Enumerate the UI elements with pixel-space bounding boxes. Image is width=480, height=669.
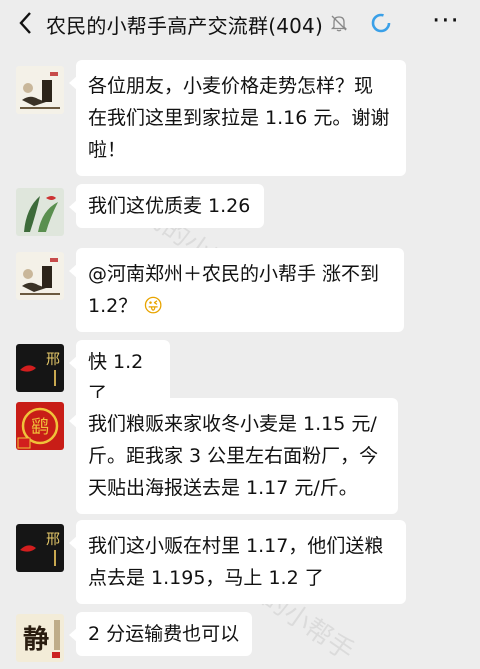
message-bubble[interactable]: 我们这小贩在村里 1.17，他们送粮 点去是 1.195，马上 1.2 了 xyxy=(69,520,406,604)
tea-sketch-avatar[interactable] xyxy=(16,66,64,114)
svg-text:静: 静 xyxy=(23,624,49,655)
message-line: 点去是 1.195，马上 1.2 了 xyxy=(88,567,324,589)
red-flag-xing-avatar[interactable]: 邢 xyxy=(16,524,64,572)
bell-muted-icon xyxy=(330,14,348,32)
message-line: 在我们这里到家拉是 1.16 元。谢谢 xyxy=(88,107,390,129)
message-line: 1.2？ 😜 xyxy=(88,290,392,322)
message-bubble[interactable]: @河南郑州＋农民的小帮手 涨不到 1.2？ 😜 xyxy=(69,248,404,332)
chat-title: 农民的小帮手高产交流群(404) xyxy=(46,14,323,38)
message-line: 天贴出海报送去是 1.17 元/斤。 xyxy=(88,477,358,499)
message-line: 啦！ xyxy=(88,139,127,161)
loading-circle-icon xyxy=(370,12,392,34)
red-flag-xing-avatar[interactable]: 邢 xyxy=(16,344,64,392)
message-line: 斤。距我家 3 公里左右面粉厂，今 xyxy=(88,445,379,467)
message-line: 我们这小贩在村里 1.17，他们送粮 xyxy=(88,535,384,557)
message-line: 2 分运输费也可以 xyxy=(88,623,240,645)
more-button[interactable]: ··· xyxy=(432,6,460,36)
message-bubble[interactable]: 2 分运输费也可以 xyxy=(69,612,252,656)
message-text: 1.2？ xyxy=(88,295,138,317)
tea-sketch-avatar[interactable] xyxy=(16,252,64,300)
green-plant-avatar[interactable] xyxy=(16,188,64,236)
message-line: 我们粮贩来家收冬小麦是 1.15 元/ xyxy=(88,413,377,435)
chevron-left-icon xyxy=(19,12,31,34)
svg-text:邢: 邢 xyxy=(46,352,60,368)
message-bubble[interactable]: 我们这优质麦 1.26 xyxy=(69,184,264,228)
message-bubble[interactable]: 各位朋友，小麦价格走势怎样？现 在我们这里到家拉是 1.16 元。谢谢 啦！ xyxy=(69,60,406,176)
message-bubble[interactable]: 我们粮贩来家收冬小麦是 1.15 元/ 斤。距我家 3 公里左右面粉厂，今 天贴… xyxy=(69,398,398,514)
jing-calligraphy-avatar[interactable]: 静 xyxy=(16,614,64,662)
svg-text:邢: 邢 xyxy=(46,532,60,548)
message-line: 各位朋友，小麦价格走势怎样？现 xyxy=(88,75,374,97)
back-button[interactable] xyxy=(10,8,40,38)
svg-text:鹞: 鹞 xyxy=(31,417,49,438)
message-line: @河南郑州＋农民的小帮手 涨不到 xyxy=(88,263,380,285)
message-line: 我们这优质麦 1.26 xyxy=(88,195,251,217)
wink-tongue-emoji: 😜 xyxy=(143,295,164,317)
chat-header: 农民的小帮手高产交流群(404) ··· xyxy=(0,0,480,48)
red-seal-avatar[interactable]: 鹞 xyxy=(16,402,64,450)
